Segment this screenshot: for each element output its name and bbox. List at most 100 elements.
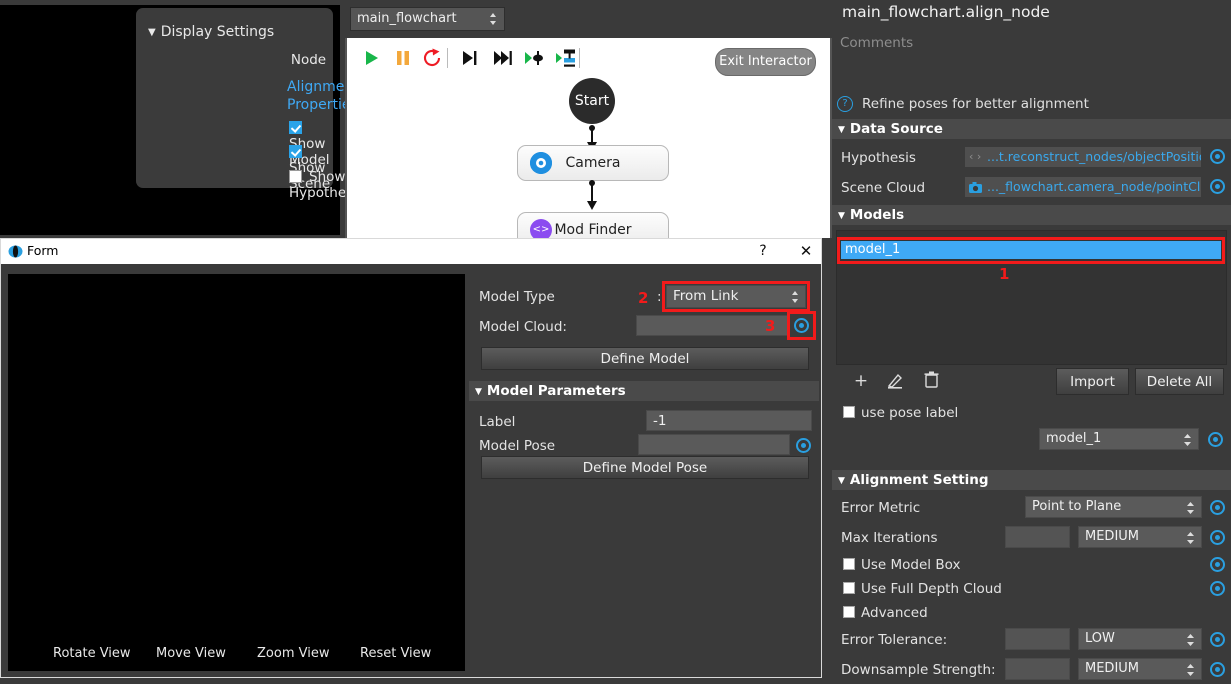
error-tolerance-value xyxy=(1006,629,1011,644)
checkbox-box-icon xyxy=(289,121,302,134)
chevron-updown-icon[interactable] xyxy=(1187,531,1194,545)
delete-all-button[interactable]: Delete All xyxy=(1135,368,1224,395)
model-type-separator: : xyxy=(657,289,662,305)
model-parameters-header[interactable]: ▼ Model Parameters xyxy=(469,381,819,401)
flowchart-canvas[interactable]: Exit Interactor Start Camera <> Mod Find… xyxy=(345,38,832,238)
reset-view-button[interactable]: Reset View xyxy=(360,646,431,661)
help-icon[interactable]: ? xyxy=(755,243,771,259)
rotate-view-button[interactable]: Rotate View xyxy=(53,646,131,661)
model-selector-target-icon[interactable] xyxy=(1208,432,1223,447)
chevron-updown-icon[interactable] xyxy=(490,12,497,26)
help-circle-icon[interactable]: ? xyxy=(837,96,853,112)
import-button[interactable]: Import xyxy=(1056,368,1129,395)
run-icon[interactable] xyxy=(359,46,383,70)
exit-interactor-button[interactable]: Exit Interactor xyxy=(715,48,816,76)
toolbar-separator xyxy=(447,48,448,68)
model-selector-combo[interactable]: model_1 xyxy=(1039,428,1199,450)
error-tolerance-label: Error Tolerance: xyxy=(841,632,948,648)
checkbox-use-model-box[interactable]: Use Model Box xyxy=(843,557,960,573)
run-single-node-icon[interactable] xyxy=(555,46,579,70)
checkbox-box-icon xyxy=(289,170,302,183)
define-model-button[interactable]: Define Model xyxy=(481,347,809,370)
max-iterations-value xyxy=(1006,527,1011,542)
scene-cloud-target-icon[interactable] xyxy=(1210,179,1225,194)
node-properties-panel: main_flowchart.align_node Comments ? Ref… xyxy=(832,0,1231,678)
error-metric-combo[interactable]: Point to Plane xyxy=(1025,496,1202,518)
error-tolerance-level-combo[interactable]: LOW xyxy=(1078,628,1202,650)
flowchart-toolbar: Exit Interactor xyxy=(347,38,830,83)
chevron-updown-icon[interactable] xyxy=(1187,501,1194,515)
link-icon: ‹ › xyxy=(969,150,982,163)
error-tolerance-level-value: LOW xyxy=(1085,631,1115,646)
form-titlebar[interactable]: Form ? ✕ xyxy=(1,239,821,264)
models-header[interactable]: ▼ Models xyxy=(832,205,1231,225)
max-iterations-level-combo[interactable]: MEDIUM xyxy=(1078,526,1202,548)
error-tolerance-target-icon[interactable] xyxy=(1210,632,1225,647)
model-pose-field[interactable] xyxy=(638,434,790,455)
pose-target-icon[interactable] xyxy=(796,438,811,453)
checkbox-show-model[interactable]: Show Model xyxy=(289,121,333,168)
add-icon[interactable]: + xyxy=(852,371,870,391)
chevron-updown-icon[interactable] xyxy=(1187,633,1194,647)
collapse-triangle-icon[interactable]: ▼ xyxy=(838,476,845,486)
collapse-triangle-icon[interactable]: ▼ xyxy=(838,125,845,135)
use-full-depth-cloud-label: Use Full Depth Cloud xyxy=(861,581,1002,597)
checkbox-box-icon xyxy=(843,582,855,594)
chevron-updown-icon[interactable] xyxy=(1187,663,1194,677)
checkbox-use-full-depth-cloud[interactable]: Use Full Depth Cloud xyxy=(843,581,1002,597)
max-iterations-label: Max Iterations xyxy=(841,530,938,546)
collapse-triangle-icon[interactable]: ▼ xyxy=(148,27,156,38)
move-view-button[interactable]: Move View xyxy=(156,646,226,661)
annotation-3: 3 xyxy=(765,317,776,335)
use-full-depth-cloud-target-icon[interactable] xyxy=(1210,581,1225,596)
hypothesis-value-text: ...t.reconstruct_nodes/objectPositions xyxy=(987,149,1201,164)
pause-icon[interactable] xyxy=(391,46,415,70)
error-tolerance-field[interactable] xyxy=(1005,628,1070,650)
flowchart-node-mod-finder[interactable]: <> Mod Finder xyxy=(517,212,669,238)
comments-placeholder[interactable]: Comments xyxy=(840,35,913,51)
model-cloud-label: Model Cloud: xyxy=(479,319,567,335)
checkbox-show-scene[interactable]: Show Scene xyxy=(289,145,333,192)
flowchart-selector[interactable]: main_flowchart xyxy=(350,7,505,31)
collapse-triangle-icon[interactable]: ▼ xyxy=(838,211,845,221)
step-next-icon[interactable] xyxy=(457,46,481,70)
data-source-header[interactable]: ▼ Data Source xyxy=(832,119,1231,139)
label-field[interactable]: -1 xyxy=(646,410,812,431)
downsample-strength-field[interactable] xyxy=(1005,658,1070,680)
edit-icon[interactable] xyxy=(886,372,904,394)
flowchart-node-start[interactable]: Start xyxy=(569,78,615,124)
max-iterations-target-icon[interactable] xyxy=(1210,530,1225,545)
camera-icon xyxy=(530,152,552,174)
form-3d-viewport[interactable]: Rotate View Move View Zoom View Reset Vi… xyxy=(8,274,465,671)
step-fast-icon[interactable] xyxy=(491,46,515,70)
alignment-setting-header[interactable]: ▼ Alignment Setting xyxy=(832,470,1231,490)
annotation-box-model-cloud xyxy=(787,311,816,340)
max-iterations-field[interactable] xyxy=(1005,526,1070,548)
display-settings-title[interactable]: ▼ Display Settings xyxy=(148,24,274,40)
chevron-updown-icon[interactable] xyxy=(1184,433,1191,447)
downsample-strength-target-icon[interactable] xyxy=(1210,662,1225,677)
checkbox-use-pose-label[interactable]: use pose label xyxy=(843,405,958,421)
flow-arrow xyxy=(587,180,597,210)
hypothesis-target-icon[interactable] xyxy=(1210,149,1225,164)
flowchart-selector-value: main_flowchart xyxy=(357,11,457,26)
tab-node[interactable]: Node xyxy=(275,49,342,71)
collapse-triangle-icon[interactable]: ▼ xyxy=(475,387,482,397)
downsample-strength-label: Downsample Strength: xyxy=(841,662,996,678)
flow-arrow xyxy=(587,125,597,151)
reset-icon[interactable] xyxy=(420,46,444,70)
close-icon[interactable]: ✕ xyxy=(797,242,815,260)
checkbox-advanced[interactable]: Advanced xyxy=(843,605,928,621)
hypothesis-value[interactable]: ‹ › ...t.reconstruct_nodes/objectPositio… xyxy=(965,147,1201,167)
flowchart-node-camera[interactable]: Camera xyxy=(517,145,669,181)
error-metric-target-icon[interactable] xyxy=(1210,500,1225,515)
run-to-node-icon[interactable] xyxy=(523,46,547,70)
scene-cloud-value[interactable]: ..._flowchart.camera_node/pointCloud xyxy=(965,177,1201,197)
downsample-strength-level-combo[interactable]: MEDIUM xyxy=(1078,658,1202,680)
define-model-pose-button[interactable]: Define Model Pose xyxy=(481,456,809,479)
zoom-view-button[interactable]: Zoom View xyxy=(257,646,329,661)
annotation-box-models-list xyxy=(837,237,1225,264)
flowchart-node-mod-finder-label: Mod Finder xyxy=(554,222,632,238)
use-model-box-target-icon[interactable] xyxy=(1210,557,1225,572)
delete-icon[interactable] xyxy=(922,371,940,393)
